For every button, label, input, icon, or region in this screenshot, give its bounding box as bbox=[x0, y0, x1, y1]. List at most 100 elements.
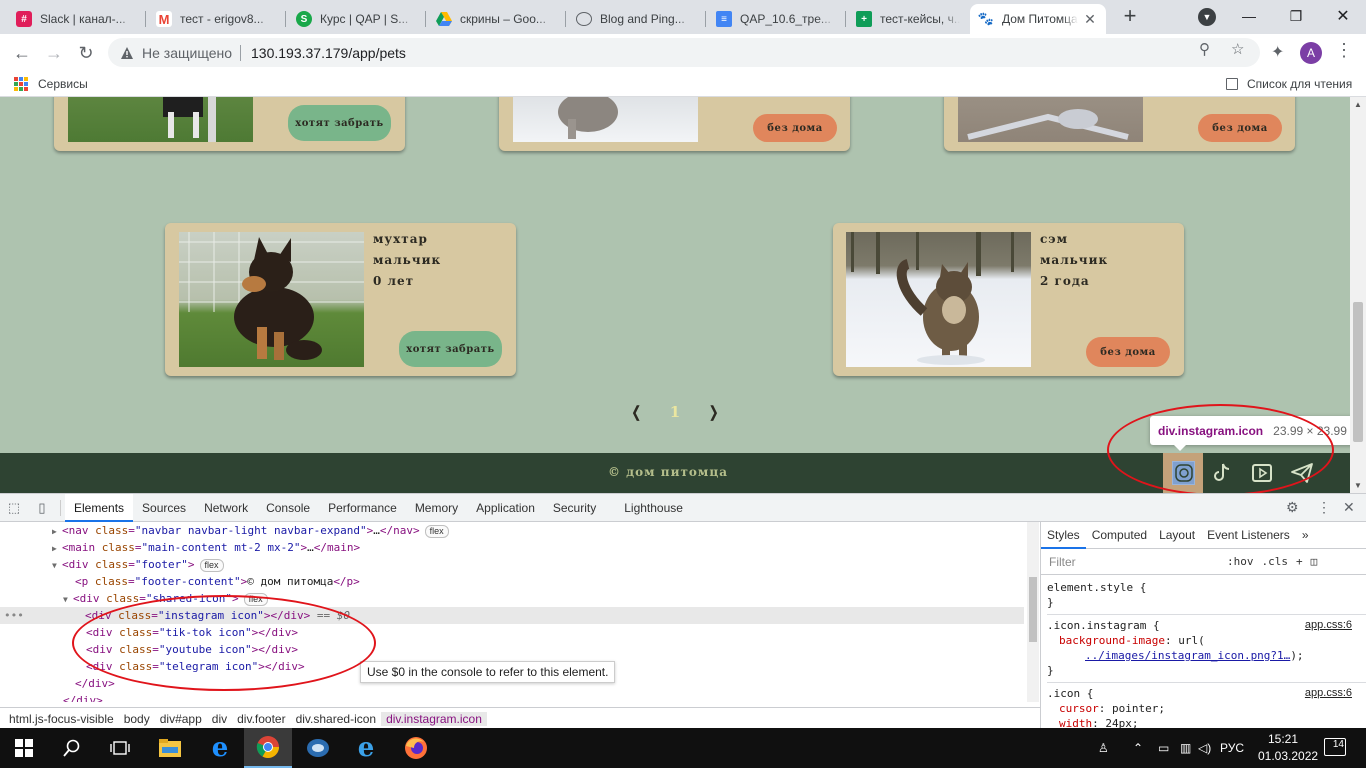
rule-selector[interactable]: .icon.instagram {app.css:6 bbox=[1047, 618, 1366, 633]
more-tabs-icon[interactable]: » bbox=[1296, 522, 1315, 549]
volume-icon[interactable]: ◁) bbox=[1198, 728, 1211, 768]
new-tab-button[interactable]: + bbox=[1119, 5, 1141, 28]
avatar[interactable]: A bbox=[1300, 42, 1322, 64]
file-explorer-icon[interactable] bbox=[146, 728, 194, 768]
toggle-sidebar-icon[interactable]: ◫ bbox=[1311, 555, 1318, 568]
internet-explorer-icon[interactable]: e bbox=[342, 728, 390, 768]
dom-node-tiktok[interactable]: <div class="tik-tok icon"></div> bbox=[86, 624, 298, 641]
firefox-icon[interactable] bbox=[392, 728, 440, 768]
breadcrumb-item[interactable]: div.shared-icon bbox=[291, 712, 381, 726]
zoom-icon[interactable]: ⚲ bbox=[1199, 40, 1210, 58]
dom-node-shared-icon[interactable]: ▼ <div class="shared-icon"> flex bbox=[63, 590, 268, 607]
status-button[interactable]: хотят забрать bbox=[399, 331, 502, 367]
devtools-menu-icon[interactable]: ⋮ bbox=[1317, 499, 1331, 516]
tab-gmail[interactable]: M тест - erigov8... bbox=[148, 4, 284, 34]
edge-icon[interactable]: e bbox=[196, 728, 244, 768]
reading-list-button[interactable]: Список для чтения bbox=[1226, 77, 1352, 91]
dom-node-close-div[interactable]: </div> bbox=[75, 675, 115, 692]
tab-security[interactable]: Security bbox=[544, 494, 605, 522]
system-clock[interactable]: 15:21 01.03.2022 bbox=[1258, 731, 1318, 765]
elements-scrollbar[interactable] bbox=[1027, 522, 1039, 702]
prev-page-button[interactable]: ❬ bbox=[630, 403, 643, 421]
status-button[interactable]: без дома bbox=[1198, 114, 1282, 142]
tab-google-sheets[interactable]: + тест-кейсы, ч... bbox=[848, 4, 968, 34]
apps-icon[interactable] bbox=[14, 77, 28, 91]
outlook-icon[interactable] bbox=[294, 728, 342, 768]
people-icon[interactable]: ♙ bbox=[1098, 728, 1109, 768]
tab-network[interactable]: Network bbox=[195, 494, 257, 522]
device-toolbar-icon[interactable]: ▯ bbox=[28, 494, 56, 522]
reload-button[interactable]: ↻ bbox=[73, 40, 99, 66]
page-number[interactable]: 1 bbox=[670, 403, 680, 421]
notifications-icon[interactable]: 14 bbox=[1324, 738, 1346, 756]
tab-memory[interactable]: Memory bbox=[406, 494, 467, 522]
new-rule-icon[interactable]: + bbox=[1296, 555, 1303, 568]
status-button[interactable]: без дома bbox=[753, 114, 837, 142]
rule-value[interactable]: ../images/instagram_icon.png?1…); bbox=[1047, 648, 1366, 663]
breadcrumb-item[interactable]: div bbox=[207, 712, 232, 726]
network-icon[interactable]: ▥ bbox=[1180, 728, 1191, 768]
tab-layout[interactable]: Layout bbox=[1153, 522, 1201, 549]
bookmark-services[interactable]: Сервисы bbox=[38, 77, 88, 91]
dom-node-close-div[interactable]: </div> bbox=[63, 692, 103, 702]
tiktok-icon[interactable] bbox=[1210, 461, 1234, 485]
breadcrumb-item[interactable]: div.footer bbox=[232, 712, 290, 726]
devtools-settings-icon[interactable]: ⚙ bbox=[1286, 499, 1299, 516]
start-button[interactable] bbox=[0, 728, 48, 768]
dom-node-instagram[interactable]: ••• <div class="instagram icon"></div> ==… bbox=[0, 607, 1024, 624]
tab-event-listeners[interactable]: Event Listeners bbox=[1201, 522, 1296, 549]
task-view-icon[interactable] bbox=[96, 728, 144, 768]
next-page-button[interactable]: ❭ bbox=[707, 403, 720, 421]
filter-input[interactable]: Filter bbox=[1049, 555, 1219, 569]
restore-button[interactable]: ❐ bbox=[1273, 0, 1319, 32]
close-window-button[interactable]: ✕ bbox=[1320, 0, 1366, 32]
close-tab-icon[interactable]: ✕ bbox=[1082, 11, 1098, 28]
breadcrumb-item[interactable]: div#app bbox=[155, 712, 207, 726]
rule-selector[interactable]: element.style { bbox=[1047, 580, 1366, 595]
dom-node-nav[interactable]: ▶ <nav class="navbar navbar-light navbar-… bbox=[52, 522, 449, 539]
hov-toggle[interactable]: :hov bbox=[1227, 555, 1254, 568]
rule-property[interactable]: background-image: url( bbox=[1047, 633, 1366, 648]
devtools-close-icon[interactable]: ✕ bbox=[1343, 499, 1355, 516]
breadcrumb-item[interactable]: body bbox=[119, 712, 155, 726]
tab-styles[interactable]: Styles bbox=[1041, 522, 1086, 549]
status-button[interactable]: без дома bbox=[1086, 337, 1170, 367]
instagram-icon[interactable] bbox=[1172, 461, 1195, 485]
tab-slack[interactable]: # Slack | канал-... bbox=[8, 4, 144, 34]
tab-dom-pitomca[interactable]: 🐾 Дом Питомца ✕ bbox=[970, 4, 1106, 34]
tab-search-icon[interactable]: ▼ bbox=[1198, 8, 1216, 26]
tab-lighthouse[interactable]: Lighthouse bbox=[615, 494, 692, 522]
tab-skillfactory[interactable]: S Курс | QAP | S... bbox=[288, 4, 424, 34]
scroll-thumb[interactable] bbox=[1353, 302, 1363, 442]
extensions-icon[interactable]: ✦ bbox=[1271, 42, 1284, 62]
tab-sources[interactable]: Sources bbox=[133, 494, 195, 522]
youtube-icon[interactable] bbox=[1250, 461, 1274, 485]
rule-selector[interactable]: .icon {app.css:6 bbox=[1047, 686, 1366, 701]
dom-node-footer[interactable]: ▼ <div class="footer"> flex bbox=[52, 556, 224, 573]
page-scrollbar[interactable]: ▲ ▼ bbox=[1350, 97, 1366, 493]
tab-google-docs[interactable]: ≡ QAP_10.6_тре... bbox=[708, 4, 844, 34]
cls-toggle[interactable]: .cls bbox=[1262, 555, 1289, 568]
breadcrumb-item-selected[interactable]: div.instagram.icon bbox=[381, 711, 487, 726]
search-icon[interactable] bbox=[48, 728, 96, 768]
tray-expand-icon[interactable]: ⌃ bbox=[1133, 728, 1143, 768]
dom-node-main[interactable]: ▶ <main class="main-content mt-2 mx-2">…<… bbox=[52, 539, 360, 556]
status-button[interactable]: хотят забрать bbox=[288, 105, 391, 141]
chrome-icon[interactable] bbox=[244, 728, 292, 768]
tab-google-drive[interactable]: скрины – Goo... bbox=[428, 4, 564, 34]
inspect-element-icon[interactable]: ⬚ bbox=[0, 494, 28, 522]
tab-blog[interactable]: Blog and Ping... bbox=[568, 4, 704, 34]
dom-node-footer-p[interactable]: <p class="footer-content">© дом питомца<… bbox=[75, 573, 360, 590]
forward-button[interactable]: → bbox=[41, 40, 67, 66]
rule-source-link[interactable]: app.css:6 bbox=[1305, 686, 1352, 701]
back-button[interactable]: ← bbox=[9, 40, 35, 66]
menu-icon[interactable]: ⋮ bbox=[1335, 40, 1353, 61]
tab-performance[interactable]: Performance bbox=[319, 494, 406, 522]
breadcrumb-item[interactable]: html.js-focus-visible bbox=[4, 712, 119, 726]
dom-node-telegram[interactable]: <div class="telegram icon"></div> bbox=[86, 658, 305, 675]
telegram-icon[interactable] bbox=[1290, 461, 1314, 485]
language-indicator[interactable]: РУС bbox=[1220, 728, 1244, 768]
tab-computed[interactable]: Computed bbox=[1086, 522, 1153, 549]
rule-property[interactable]: cursor: pointer; bbox=[1047, 701, 1366, 716]
rule-source-link[interactable]: app.css:6 bbox=[1305, 618, 1352, 633]
